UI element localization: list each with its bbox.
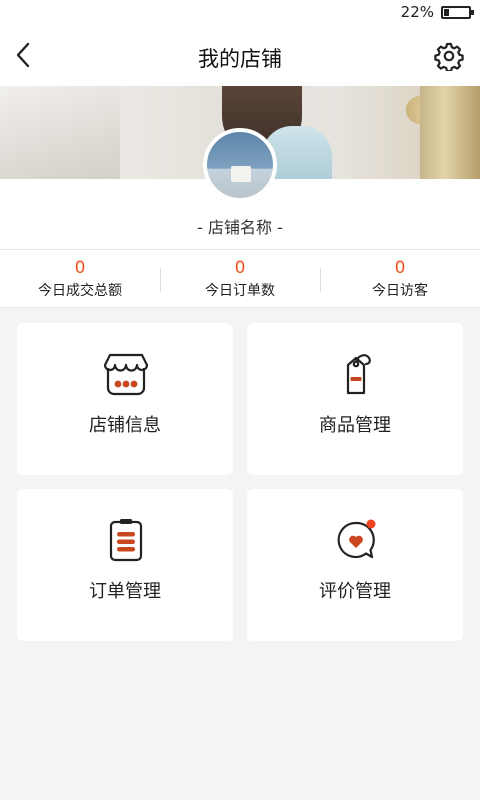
price-tag-icon	[346, 354, 371, 395]
stat-value: 0	[394, 258, 406, 278]
notification-dot	[366, 519, 376, 529]
clipboard-icon	[109, 519, 143, 562]
stat-label: 今日成交总额	[38, 283, 122, 299]
store-icon	[103, 353, 149, 396]
stat-order-count: 0 今日订单数	[160, 250, 320, 308]
stat-total-sales: 0 今日成交总额	[0, 250, 160, 308]
store-name: - 店铺名称 -	[197, 218, 283, 237]
battery-icon	[441, 6, 474, 19]
order-management-card[interactable]: 订单管理	[17, 489, 233, 641]
product-management-card[interactable]: 商品管理	[247, 323, 463, 475]
stat-value: 0	[234, 258, 246, 278]
today-stats: 0 今日成交总额 0 今日订单数 0 今日访客	[0, 249, 480, 308]
card-label: 商品管理	[319, 415, 391, 436]
card-label: 评价管理	[319, 581, 391, 602]
store-info-card[interactable]: 店铺信息	[17, 323, 233, 475]
card-label: 订单管理	[89, 581, 161, 602]
stat-visitors: 0 今日访客	[320, 250, 480, 308]
status-bar: 22%	[0, 0, 480, 24]
gear-icon	[434, 42, 464, 73]
stat-label: 今日订单数	[205, 283, 275, 299]
battery-percentage: 22%	[400, 3, 434, 21]
heart-comment-icon	[337, 519, 376, 559]
stat-value: 0	[74, 258, 86, 278]
review-management-card[interactable]: 评价管理	[247, 489, 463, 641]
settings-button[interactable]	[434, 41, 464, 73]
nav-bar: 我的店铺	[0, 24, 480, 86]
card-label: 店铺信息	[89, 415, 161, 436]
page-title: 我的店铺	[198, 47, 282, 71]
stat-label: 今日访客	[372, 283, 428, 299]
store-avatar[interactable]	[203, 128, 277, 202]
